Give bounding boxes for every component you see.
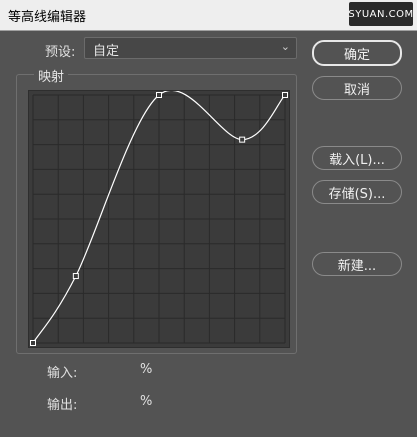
- new-button[interactable]: 新建...: [312, 252, 402, 276]
- ok-button[interactable]: 确定: [312, 40, 402, 66]
- input-label: 输入:: [47, 366, 78, 381]
- output-label: 输出:: [47, 398, 78, 413]
- curve-point-handle[interactable]: [282, 92, 288, 98]
- cancel-button[interactable]: 取消: [312, 76, 402, 100]
- preset-dropdown[interactable]: 自定 ⌄: [84, 37, 297, 59]
- preset-label: 预设:: [45, 45, 76, 60]
- grid-lines: [32, 94, 286, 344]
- mapping-label: 映射: [34, 66, 69, 85]
- curve-point-handle[interactable]: [239, 136, 246, 143]
- curve-point-handle[interactable]: [30, 340, 36, 346]
- title-bar: 等高线编辑器 SYUAN.COM: [0, 0, 417, 31]
- output-percent: %: [140, 394, 153, 409]
- curve-point-handle[interactable]: [156, 92, 162, 98]
- input-percent: %: [140, 362, 153, 377]
- window-title: 等高线编辑器: [8, 10, 87, 25]
- preset-value: 自定: [93, 44, 120, 59]
- curve-canvas[interactable]: [29, 89, 289, 347]
- curve-point-handle[interactable]: [72, 273, 79, 280]
- load-button[interactable]: 载入(L)...: [312, 146, 402, 170]
- save-button[interactable]: 存储(S)...: [312, 180, 402, 204]
- contour-graph[interactable]: [28, 89, 290, 348]
- watermark-logo: SYUAN.COM: [348, 2, 413, 26]
- chevron-down-icon: ⌄: [280, 40, 290, 53]
